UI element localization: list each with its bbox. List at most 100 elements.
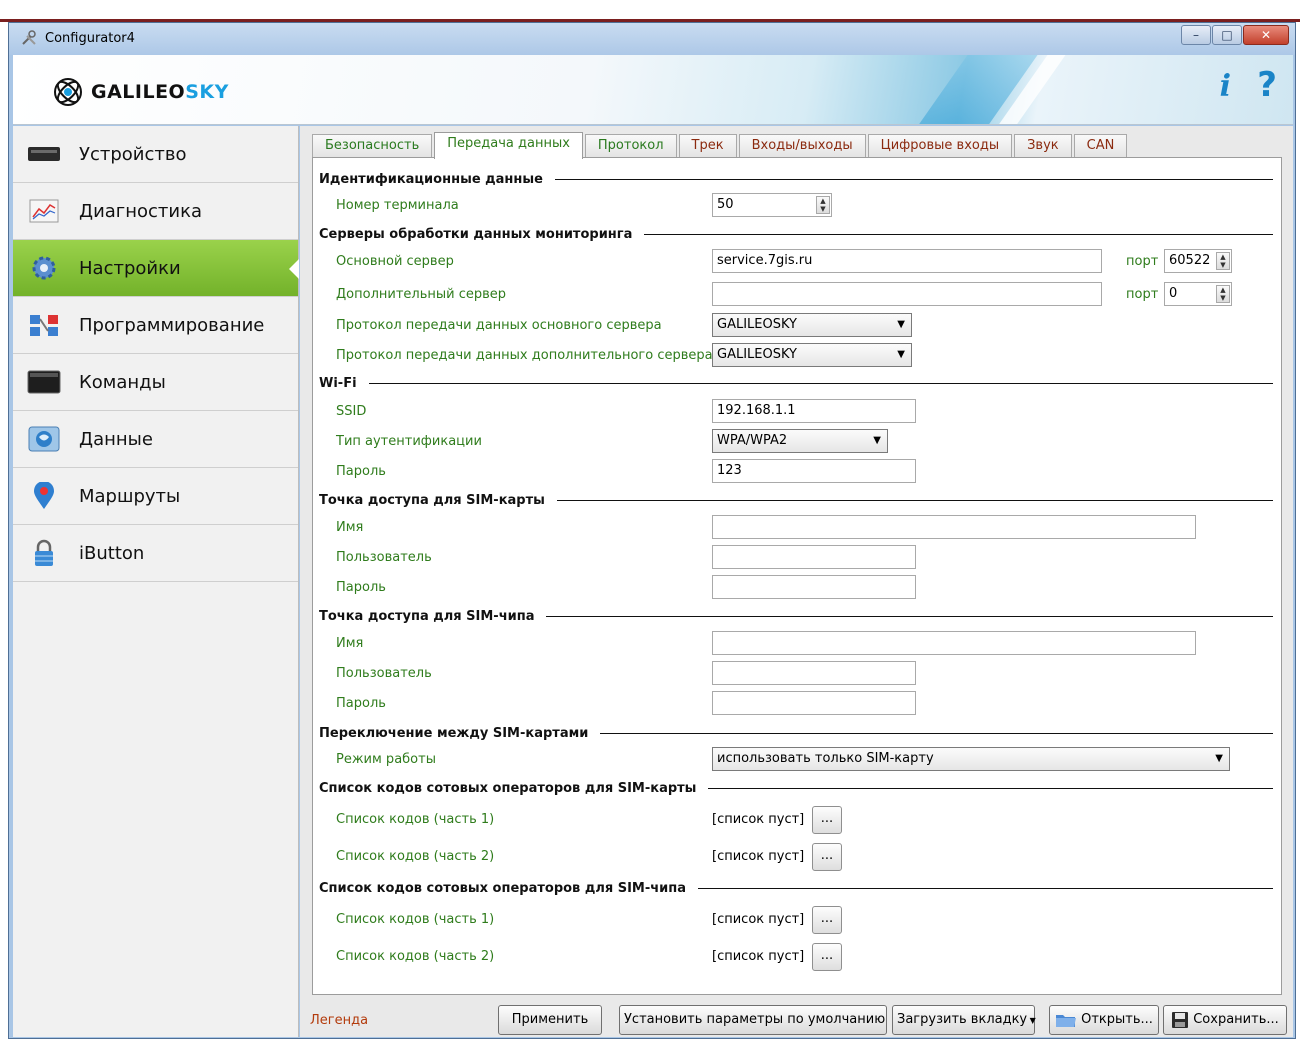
apn-card-name-label: Имя bbox=[336, 520, 364, 535]
apn-card-password-field[interactable] bbox=[712, 575, 916, 599]
section-divider bbox=[708, 787, 1273, 789]
section-apn-sim-card: Точка доступа для SIM-карты bbox=[319, 492, 1273, 508]
spin-updown-icon[interactable]: ▲ ▼ bbox=[1216, 285, 1230, 303]
window-controls: – □ ✕ bbox=[1180, 25, 1289, 45]
auth-type-label: Тип аутентификации bbox=[336, 434, 482, 449]
legend-link[interactable]: Легенда bbox=[310, 1013, 368, 1028]
tab-panel-data-transfer: Идентификационные данные Номер терминала… bbox=[312, 157, 1282, 995]
tab-digital-inputs[interactable]: Цифровые входы bbox=[867, 134, 1013, 158]
app-header: GALILEOSKY i ? bbox=[13, 55, 1293, 125]
apn-card-password-label: Пароль bbox=[336, 580, 386, 595]
terminal-number-stepper[interactable]: 50 ▲ ▼ bbox=[712, 193, 832, 217]
work-mode-select[interactable]: использовать только SIM-карту ▼ bbox=[712, 747, 1230, 771]
wifi-password-field[interactable]: 123 bbox=[712, 459, 916, 483]
sidebar-item-programming[interactable]: Программирование bbox=[13, 297, 298, 354]
section-title: Список кодов сотовых операторов для SIM-… bbox=[319, 780, 697, 796]
sidebar-item-label: Данные bbox=[79, 428, 153, 450]
set-defaults-button[interactable]: Установить параметры по умолчанию bbox=[619, 1005, 887, 1035]
galileosky-logo: GALILEOSKY bbox=[53, 77, 229, 107]
info-icon[interactable]: i bbox=[1220, 69, 1231, 104]
section-title: Переключение между SIM-картами bbox=[319, 725, 589, 741]
apn-chip-password-field[interactable] bbox=[712, 691, 916, 715]
folder-icon bbox=[1056, 1014, 1077, 1027]
title-bar[interactable]: Configurator4 – □ ✕ bbox=[9, 23, 1295, 55]
load-tab-button[interactable]: Загрузить вкладку ▼ bbox=[892, 1005, 1036, 1035]
chevron-down-icon: ▼ bbox=[873, 435, 881, 446]
minimize-button[interactable]: – bbox=[1181, 25, 1211, 45]
page-top-strip bbox=[0, 0, 1300, 22]
maximize-button[interactable]: □ bbox=[1212, 25, 1242, 45]
open-button[interactable]: Открыть... bbox=[1049, 1005, 1159, 1035]
ssid-field[interactable]: 192.168.1.1 bbox=[712, 399, 916, 423]
apn-card-name-field[interactable] bbox=[712, 515, 1196, 539]
work-mode-label: Режим работы bbox=[336, 752, 436, 767]
codes-chip-part2-label: Список кодов (часть 2) bbox=[336, 949, 495, 964]
apply-button[interactable]: Применить bbox=[498, 1005, 602, 1035]
tab-sound[interactable]: Звук bbox=[1014, 134, 1072, 158]
main-server-field[interactable]: service.7gis.ru bbox=[712, 249, 1102, 273]
chevron-down-icon: ▼ bbox=[1027, 1016, 1036, 1025]
logo-text: GALILEOSKY bbox=[91, 81, 229, 103]
floppy-disk-icon bbox=[1172, 1011, 1189, 1028]
section-operator-codes-card: Список кодов сотовых операторов для SIM-… bbox=[319, 780, 1273, 796]
section-servers: Серверы обработки данных мониторинга bbox=[319, 226, 1273, 242]
help-icon[interactable]: ? bbox=[1257, 65, 1277, 105]
section-wifi: Wi-Fi bbox=[319, 375, 1273, 391]
apn-chip-name-field[interactable] bbox=[712, 631, 1196, 655]
sidebar-item-ibutton[interactable]: iButton bbox=[13, 525, 298, 582]
tab-io[interactable]: Входы/выходы bbox=[738, 134, 866, 158]
sidebar-item-routes[interactable]: Маршруты bbox=[13, 468, 298, 525]
section-title: Точка доступа для SIM-карты bbox=[319, 492, 545, 508]
spin-updown-icon[interactable]: ▲ ▼ bbox=[1216, 252, 1230, 270]
apn-chip-user-label: Пользователь bbox=[336, 666, 432, 681]
extra-server-field[interactable] bbox=[712, 282, 1102, 306]
sidebar-item-label: Устройство bbox=[79, 143, 187, 165]
sidebar-item-label: Настройки bbox=[79, 257, 181, 279]
apn-chip-name-label: Имя bbox=[336, 636, 364, 651]
extra-protocol-select[interactable]: GALILEOSKY ▼ bbox=[712, 343, 912, 367]
main-port-label: порт bbox=[1126, 254, 1159, 269]
apn-card-user-field[interactable] bbox=[712, 545, 916, 569]
codes-card-part2-edit-button[interactable]: ... bbox=[812, 843, 842, 871]
save-button[interactable]: Сохранить... bbox=[1163, 1005, 1287, 1035]
main-protocol-select[interactable]: GALILEOSKY ▼ bbox=[712, 313, 912, 337]
sidebar-item-settings[interactable]: Настройки bbox=[13, 240, 299, 297]
main-server-label: Основной сервер bbox=[336, 254, 454, 269]
tab-protocol[interactable]: Протокол bbox=[584, 134, 677, 158]
sidebar-item-data[interactable]: Данные bbox=[13, 411, 298, 468]
lock-icon bbox=[35, 539, 53, 566]
sidebar-nav: Устройство Диагностика Настройки Програм… bbox=[13, 126, 299, 1037]
ssid-label: SSID bbox=[336, 404, 367, 419]
tab-can[interactable]: CAN bbox=[1073, 134, 1128, 158]
data-icon bbox=[28, 426, 60, 452]
codes-card-part1-edit-button[interactable]: ... bbox=[812, 806, 842, 834]
codes-card-part1-label: Список кодов (часть 1) bbox=[336, 812, 495, 827]
sidebar-item-label: Маршруты bbox=[79, 485, 181, 507]
auth-type-select[interactable]: WPA/WPA2 ▼ bbox=[712, 429, 888, 453]
codes-chip-part2-edit-button[interactable]: ... bbox=[812, 943, 842, 971]
tab-track[interactable]: Трек bbox=[678, 134, 737, 158]
tab-security[interactable]: Безопасность bbox=[312, 134, 433, 158]
window-title: Configurator4 bbox=[45, 31, 135, 46]
sidebar-item-diagnostics[interactable]: Диагностика bbox=[13, 183, 298, 240]
sidebar-item-commands[interactable]: Команды bbox=[13, 354, 298, 411]
section-divider bbox=[600, 732, 1273, 734]
section-divider bbox=[556, 499, 1273, 501]
codes-card-part2-label: Список кодов (часть 2) bbox=[336, 849, 495, 864]
close-button[interactable]: ✕ bbox=[1243, 25, 1289, 45]
codes-card-part2-value: [список пуст] bbox=[712, 849, 805, 864]
apn-chip-user-field[interactable] bbox=[712, 661, 916, 685]
codes-chip-part1-edit-button[interactable]: ... bbox=[812, 906, 842, 934]
extra-port-stepper[interactable]: 0 ▲ ▼ bbox=[1164, 282, 1232, 306]
codes-chip-part1-label: Список кодов (часть 1) bbox=[336, 912, 495, 927]
sidebar-item-device[interactable]: Устройство bbox=[13, 126, 298, 183]
chevron-down-icon: ▼ bbox=[1215, 753, 1223, 764]
terminal-number-label: Номер терминала bbox=[336, 198, 459, 213]
tab-data-transfer[interactable]: Передача данных bbox=[434, 132, 583, 159]
footer-bar: Легенда Применить Установить параметры п… bbox=[300, 999, 1293, 1037]
section-divider bbox=[554, 178, 1273, 180]
map-pin-icon bbox=[34, 482, 54, 509]
sidebar-item-label: Команды bbox=[79, 371, 166, 393]
main-port-stepper[interactable]: 60522 ▲ ▼ bbox=[1164, 249, 1232, 273]
spin-updown-icon[interactable]: ▲ ▼ bbox=[816, 196, 830, 214]
